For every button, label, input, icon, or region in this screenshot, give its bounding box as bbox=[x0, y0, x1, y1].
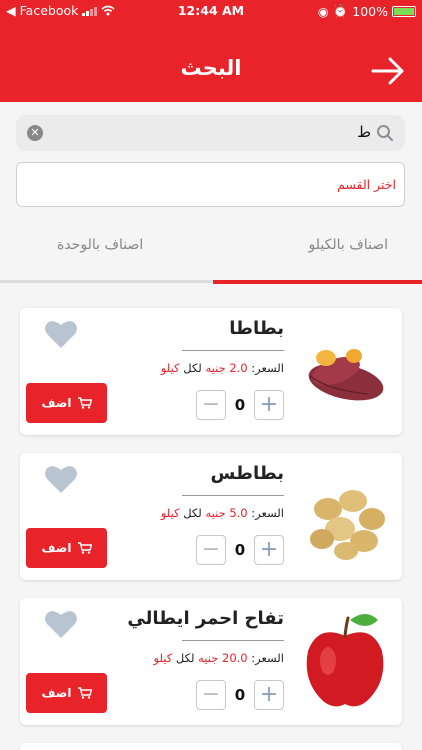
product-price: السعر: 5.0 جنيه لكل كيلو bbox=[161, 506, 284, 520]
price-label: السعر: bbox=[251, 651, 284, 665]
add-to-cart-button[interactable]: اضف bbox=[26, 383, 107, 423]
add-label: اضف bbox=[41, 686, 72, 700]
back-arrow-icon[interactable] bbox=[370, 56, 406, 86]
category-placeholder: اختر القسم bbox=[337, 177, 396, 192]
quantity-stepper: − 0 + bbox=[196, 680, 284, 710]
clear-search-icon[interactable]: ✕ bbox=[27, 125, 43, 141]
favorite-heart-icon[interactable] bbox=[44, 318, 78, 350]
cart-icon bbox=[77, 397, 92, 409]
tab-by-unit[interactable]: اصناف بالوحدة bbox=[57, 237, 143, 253]
battery-icon bbox=[392, 5, 416, 17]
name-underline bbox=[182, 495, 284, 496]
favorite-heart-icon[interactable] bbox=[44, 463, 78, 495]
product-name: بطاطا bbox=[229, 318, 284, 339]
status-right: ◉ ⏰ 100% bbox=[318, 3, 416, 19]
price-per: لكل bbox=[183, 361, 202, 375]
add-label: اضف bbox=[41, 541, 72, 555]
search-input[interactable]: ✕ ط bbox=[16, 115, 405, 151]
search-icon bbox=[377, 125, 393, 141]
product-price: السعر: 2.0 جنيه لكل كيلو bbox=[161, 361, 284, 375]
page-title: البحث bbox=[180, 56, 242, 80]
price-per: لكل bbox=[183, 506, 202, 520]
product-card-partial bbox=[20, 743, 402, 750]
potatoes-image bbox=[310, 490, 385, 560]
red-apple-image bbox=[306, 614, 384, 707]
app-header: ◀ Facebook 12:44 AM ◉ ⏰ 100% البحث bbox=[0, 0, 422, 102]
cart-icon bbox=[77, 542, 92, 554]
price-unit: كيلو bbox=[153, 651, 173, 665]
status-bar: ◀ Facebook 12:44 AM ◉ ⏰ 100% bbox=[0, 0, 422, 22]
product-name: بطاطس bbox=[210, 463, 284, 484]
name-underline bbox=[182, 350, 284, 351]
tab-bar: اصناف بالكيلو اصناف بالوحدة bbox=[0, 225, 422, 285]
price-value: 5.0 جنيه bbox=[205, 506, 248, 520]
search-value: ط bbox=[357, 123, 371, 141]
product-card: تفاح احمر ايطالي السعر: 20.0 جنيه لكل كي… bbox=[20, 598, 402, 725]
add-to-cart-button[interactable]: اضف bbox=[26, 673, 107, 713]
tab-by-kilo[interactable]: اصناف بالكيلو bbox=[309, 237, 388, 253]
cart-icon bbox=[77, 687, 92, 699]
category-select[interactable]: اختر القسم bbox=[16, 162, 405, 207]
tab-active-indicator bbox=[213, 280, 422, 284]
price-value: 2.0 جنيه bbox=[205, 361, 248, 375]
product-card: بطاطا السعر: 2.0 جنيه لكل كيلو − 0 + اضف bbox=[20, 308, 402, 435]
decrement-button[interactable]: − bbox=[196, 535, 226, 565]
price-unit: كيلو bbox=[160, 506, 180, 520]
product-price: السعر: 20.0 جنيه لكل كيلو bbox=[154, 651, 284, 665]
quantity-value: 0 bbox=[234, 686, 246, 704]
price-unit: كيلو bbox=[160, 361, 180, 375]
quantity-stepper: − 0 + bbox=[196, 535, 284, 565]
rotation-lock-icon: ◉ bbox=[317, 3, 329, 19]
quantity-stepper: − 0 + bbox=[196, 390, 284, 420]
price-label: السعر: bbox=[251, 361, 284, 375]
name-underline bbox=[182, 640, 284, 641]
battery-percent: 100% bbox=[352, 3, 388, 19]
quantity-value: 0 bbox=[234, 541, 246, 559]
alarm-icon: ⏰ bbox=[332, 3, 349, 18]
sweet-potato-image bbox=[308, 349, 384, 401]
increment-button[interactable]: + bbox=[254, 390, 284, 420]
add-to-cart-button[interactable]: اضف bbox=[26, 528, 107, 568]
price-label: السعر: bbox=[251, 506, 284, 520]
favorite-heart-icon[interactable] bbox=[44, 608, 78, 640]
increment-button[interactable]: + bbox=[254, 535, 284, 565]
product-name: تفاح احمر ايطالي bbox=[127, 608, 284, 629]
decrement-button[interactable]: − bbox=[196, 390, 226, 420]
increment-button[interactable]: + bbox=[254, 680, 284, 710]
add-label: اضف bbox=[41, 396, 72, 410]
quantity-value: 0 bbox=[234, 396, 246, 414]
product-card: بطاطس السعر: 5.0 جنيه لكل كيلو − 0 + اضف bbox=[20, 453, 402, 580]
price-value: 20.0 جنيه bbox=[198, 651, 248, 665]
decrement-button[interactable]: − bbox=[196, 680, 226, 710]
price-per: لكل bbox=[175, 651, 195, 665]
